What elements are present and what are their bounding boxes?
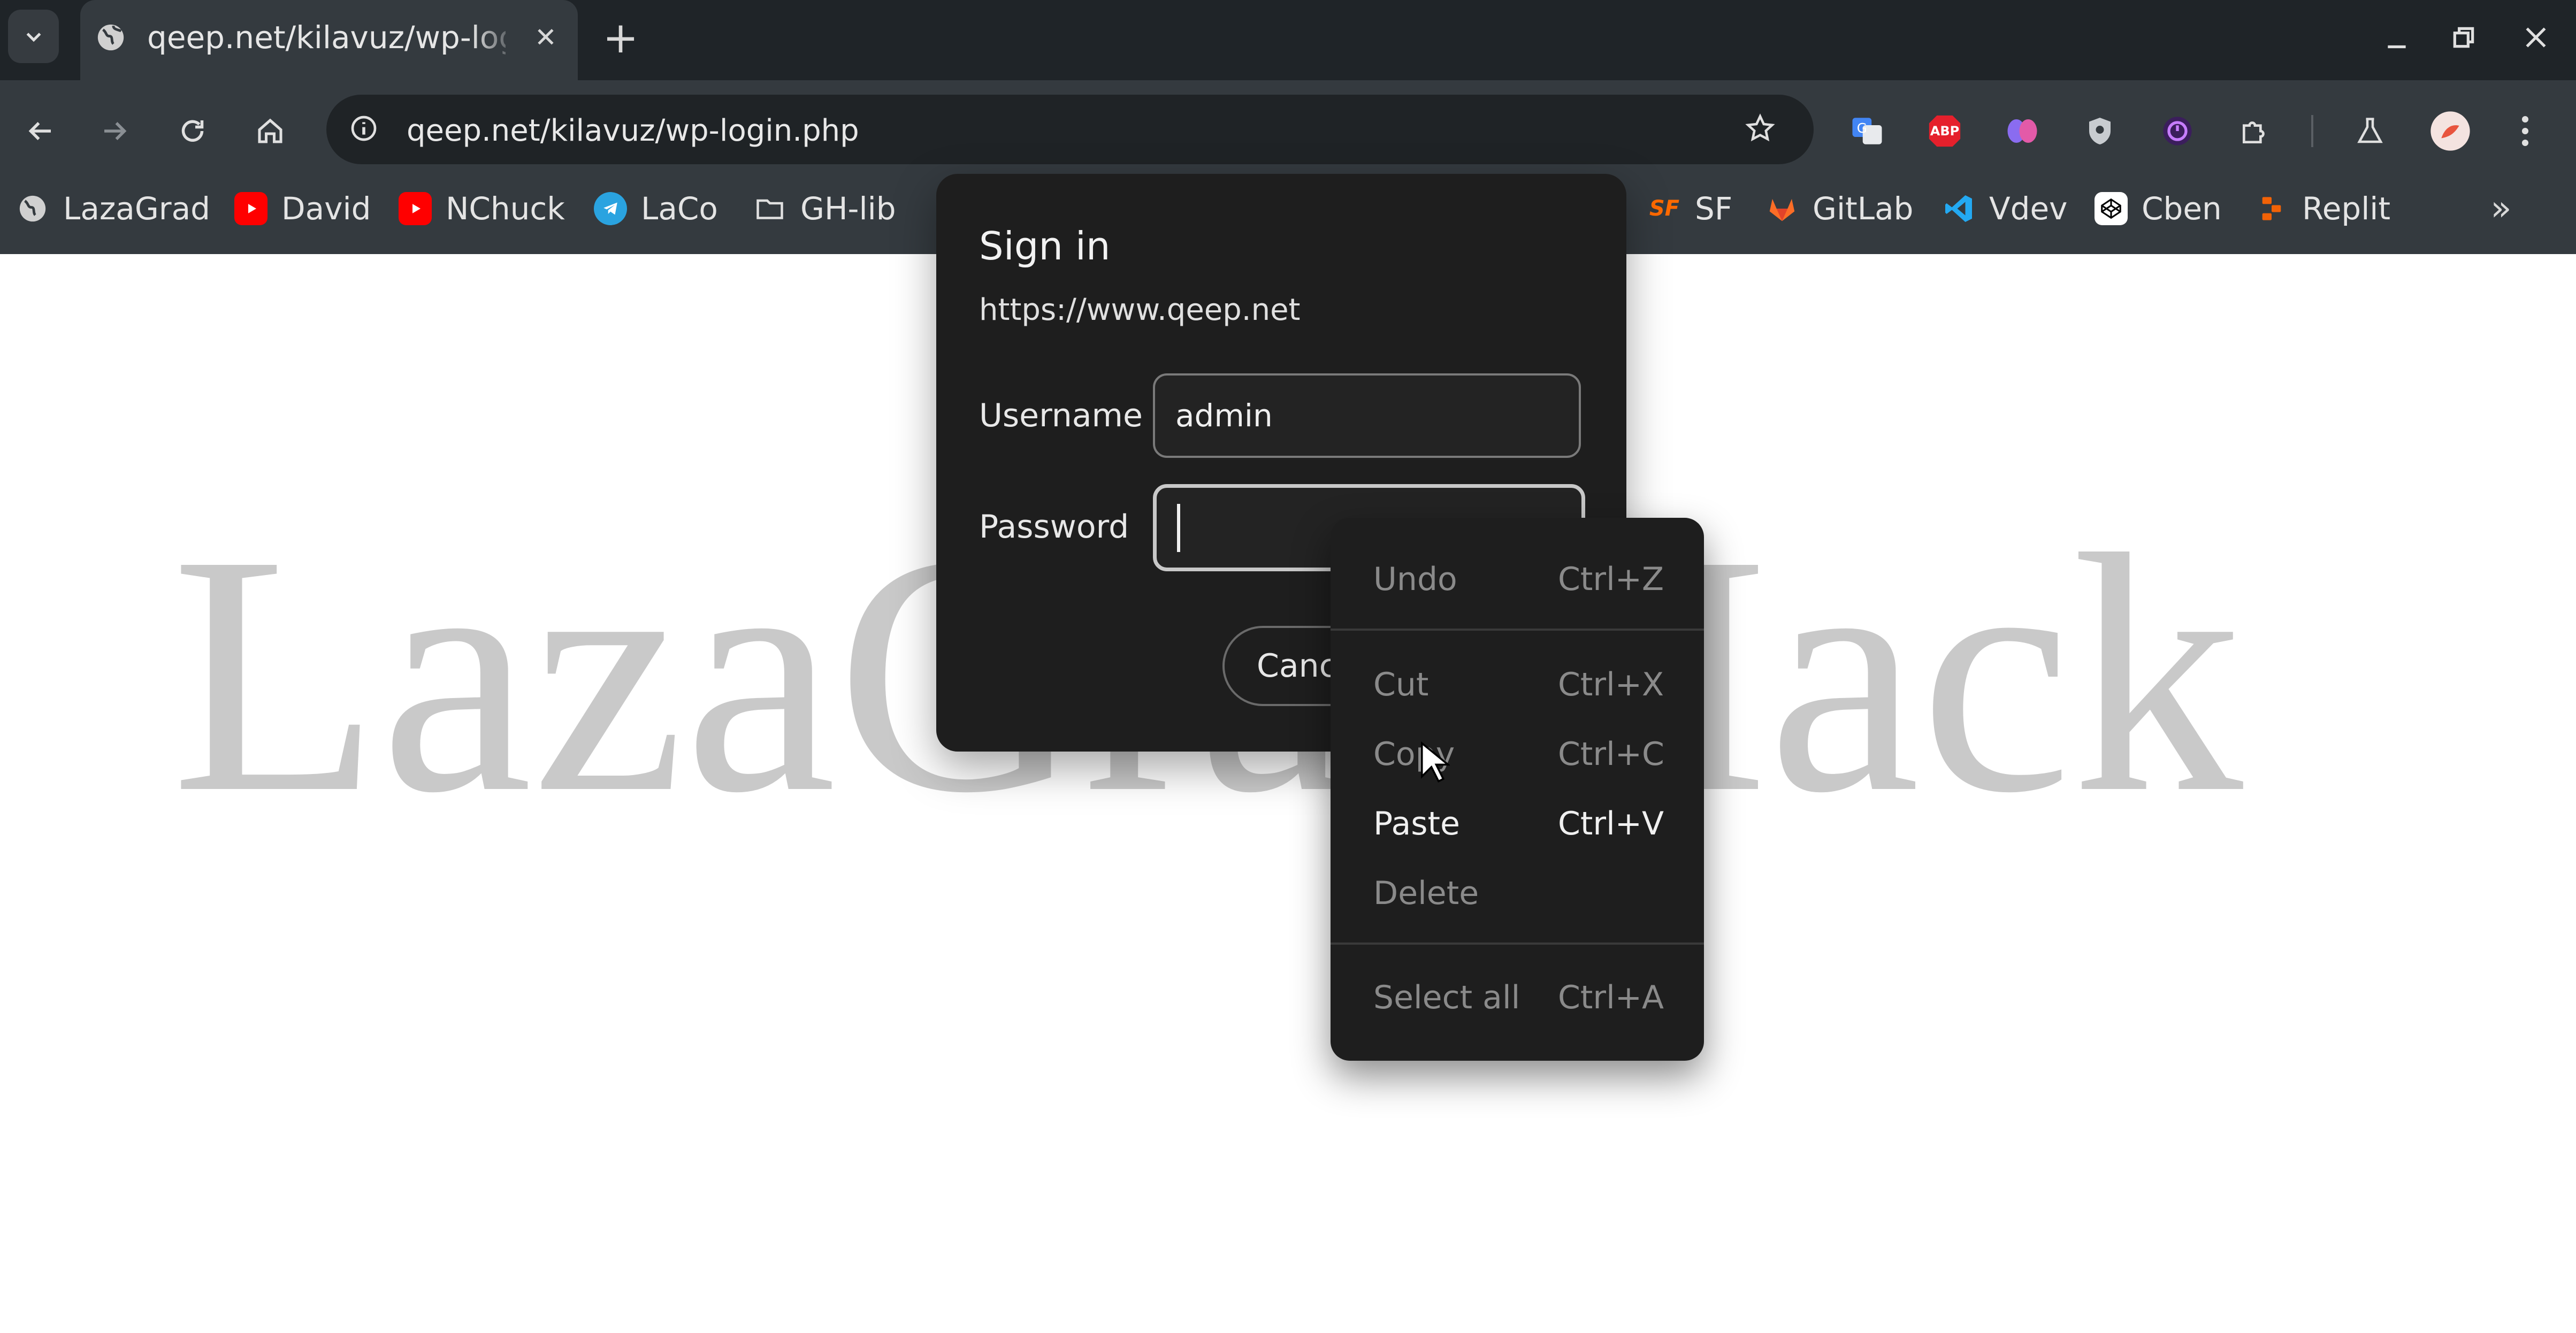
bookmark-label: Vdev (1989, 190, 2068, 227)
menu-separator (1331, 629, 1704, 631)
chevron-down-icon (26, 33, 41, 42)
bookmark-label: LaCo (641, 190, 718, 227)
globe-icon (94, 20, 128, 55)
menu-item-select-all[interactable]: Select all Ctrl+A (1331, 968, 1704, 1027)
back-icon[interactable] (16, 107, 64, 155)
brain-icon[interactable] (2001, 110, 2044, 152)
bookmark-label: David (281, 190, 371, 227)
codepen-icon (2095, 192, 2128, 225)
replit-icon (2255, 192, 2288, 225)
more-menu-icon[interactable] (2504, 107, 2547, 155)
bookmark-lazagrad[interactable]: LazaGrad (16, 185, 210, 233)
telegram-icon (594, 192, 627, 225)
menu-item-paste[interactable]: Paste Ctrl+V (1331, 794, 1704, 853)
bookmark-david[interactable]: David (234, 185, 371, 233)
vscode-icon (1942, 192, 1975, 225)
bookmark-label: SF (1695, 190, 1733, 227)
sf-icon: SF (1649, 196, 1680, 221)
tab-search-button[interactable] (8, 10, 59, 63)
bookmark-label: NChuck (446, 190, 565, 227)
timer-icon[interactable] (2156, 110, 2199, 152)
bookmark-gitlab[interactable]: GitLab (1765, 185, 1913, 233)
tab-title: qeep.net/kilavuz/wp-login.php (147, 19, 506, 56)
home-icon[interactable] (246, 107, 294, 155)
bookmark-label: Cben (2142, 190, 2222, 227)
bookmark-cben[interactable]: Cben (2095, 185, 2222, 233)
close-icon[interactable] (2514, 16, 2557, 59)
google-translate-icon[interactable]: G (1846, 110, 1889, 152)
bookmarks-overflow-button[interactable]: » (2477, 185, 2525, 233)
adblock-label: ABP (1930, 124, 1960, 139)
username-label: Username (979, 397, 1143, 434)
minimize-icon[interactable] (2375, 19, 2418, 62)
gitlab-icon (1765, 192, 1799, 225)
mouse-pointer-icon (1418, 741, 1451, 786)
bookmark-label: GitLab (1813, 190, 1914, 227)
password-label: Password (979, 508, 1129, 546)
bookmark-star-icon[interactable] (1739, 107, 1782, 150)
menu-item-copy[interactable]: Copy Ctrl+C (1331, 725, 1704, 784)
bookmark-label: Replit (2302, 190, 2391, 227)
tab-title-fade (471, 11, 519, 64)
forward-icon[interactable] (91, 107, 139, 155)
dialog-title: Sign in (979, 224, 1111, 269)
menu-separator (1331, 943, 1704, 945)
bookmark-nchuck[interactable]: NChuck (399, 185, 565, 233)
youtube-icon (234, 192, 267, 225)
bookmark-label: GH-lib (800, 190, 896, 227)
new-tab-button[interactable]: + (597, 13, 645, 63)
puzzle-icon[interactable] (2234, 110, 2276, 152)
bookmark-replit[interactable]: Replit (2255, 185, 2390, 233)
menu-item-delete[interactable]: Delete (1331, 864, 1704, 923)
menu-item-undo[interactable]: Undo Ctrl+Z (1331, 550, 1704, 609)
bookmark-label: LazaGrad (63, 190, 210, 227)
bookmark-vdev[interactable]: Vdev (1942, 185, 2068, 233)
reload-icon[interactable] (169, 107, 217, 155)
flask-icon[interactable] (2349, 110, 2391, 152)
profile-avatar[interactable] (2426, 107, 2474, 155)
globe-icon (16, 192, 49, 225)
shield-icon[interactable] (2078, 110, 2121, 152)
toolbar-divider (2311, 115, 2313, 147)
username-value: admin (1175, 397, 1273, 434)
adblock-icon[interactable]: ABP (1923, 110, 1966, 152)
bookmark-gh-lib[interactable]: GH-lib (753, 185, 896, 233)
bookmark-sf[interactable]: SF SF (1648, 185, 1732, 233)
username-field[interactable]: admin (1153, 373, 1581, 458)
text-caret (1177, 503, 1180, 552)
tab-close-icon[interactable]: ✕ (527, 19, 564, 56)
menu-item-cut[interactable]: Cut Ctrl+X (1331, 655, 1704, 714)
youtube-icon (399, 192, 432, 225)
svg-text:G: G (1857, 120, 1867, 136)
restore-icon[interactable] (2442, 16, 2485, 59)
bookmark-laco[interactable]: LaCo (594, 185, 718, 233)
dialog-origin: https://www.qeep.net (979, 293, 1301, 327)
folder-icon (753, 192, 786, 225)
site-info-icon[interactable] (342, 107, 385, 150)
url-text[interactable]: qeep.net/kilavuz/wp-login.php (407, 110, 859, 152)
